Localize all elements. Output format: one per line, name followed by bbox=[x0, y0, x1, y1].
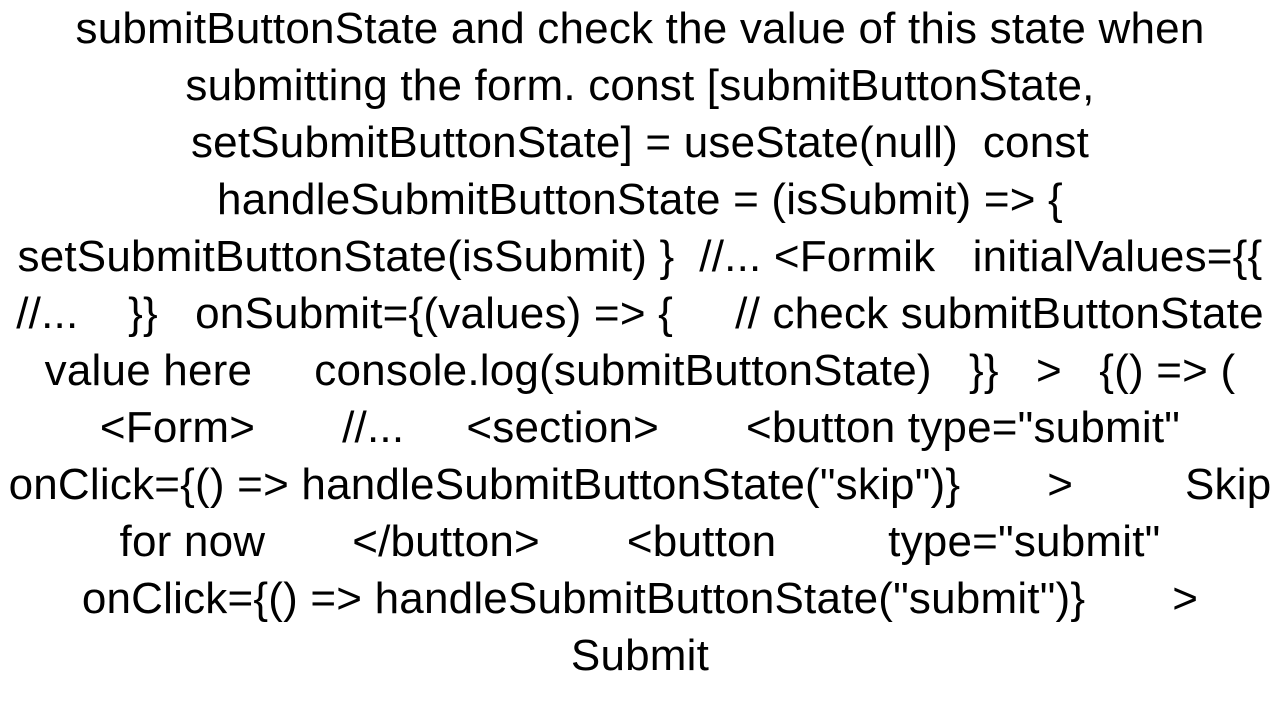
document-text: submitButtonState and check the value of… bbox=[0, 0, 1280, 720]
